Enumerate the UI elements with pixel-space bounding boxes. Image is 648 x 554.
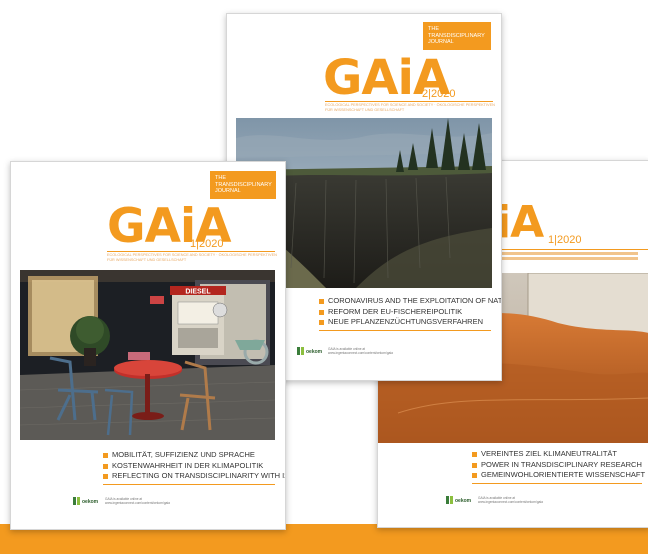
- divider: [498, 249, 648, 250]
- issue-number: 2|2020: [422, 88, 456, 100]
- subtitle-line: [498, 252, 638, 255]
- divider: [325, 101, 493, 102]
- diesel-sign-text: DIESEL: [185, 289, 211, 296]
- cover-headlines: VEREINTES ZIEL KLIMANEUTRALITÄT POWER IN…: [472, 449, 645, 481]
- oekom-publisher-logo: oekom: [73, 497, 99, 505]
- journal-tag: THE TRANSDISCIPLINARY JOURNAL: [423, 22, 491, 50]
- cover-footer-text: GAIA is available online at www.ingentac…: [478, 496, 543, 504]
- cover-photo-cafe: DIESEL: [20, 270, 275, 440]
- publisher-name: oekom: [306, 349, 323, 355]
- divider: [319, 330, 491, 331]
- gaia-logo: iA: [496, 197, 544, 248]
- divider: [107, 251, 275, 252]
- headline-item[interactable]: POWER IN TRANSDISCIPLINARY RESEARCH: [472, 460, 645, 471]
- publisher-name: oekom: [455, 498, 472, 504]
- cover-subtitle: Ecological perspectives for science and …: [107, 253, 277, 262]
- cover-footer-text: GAIA is available online at www.ingentac…: [105, 497, 170, 505]
- issue-number: 1|2020: [548, 234, 582, 246]
- headline-item[interactable]: GEMEINWOHLORIENTIERTE WISSENSCHAFT: [472, 470, 645, 481]
- journal-cover-left[interactable]: THE TRANSDISCIPLINARY JOURNAL GAiA 1|202…: [10, 161, 286, 530]
- headline-item[interactable]: REFORM DER EU-FISCHEREIPOLITIK: [319, 307, 501, 318]
- headline-item[interactable]: KOSTENWAHRHEIT IN DER KLIMAPOLITIK: [103, 461, 285, 472]
- journal-tag: THE TRANSDISCIPLINARY JOURNAL: [210, 171, 276, 199]
- cover-subtitle: Ecological perspectives for science and …: [325, 103, 495, 112]
- oekom-publisher-logo: oekom: [297, 347, 323, 355]
- cover-headlines: CORONAVIRUS AND THE EXPLOITATION OF NATU…: [319, 296, 501, 328]
- headline-item[interactable]: VEREINTES ZIEL KLIMANEUTRALITÄT: [472, 449, 645, 460]
- issue-number: 1|2020: [190, 238, 224, 250]
- publisher-name: oekom: [82, 499, 99, 505]
- headline-item[interactable]: MOBILITÄT, SUFFIZIENZ UND SPRACHE: [103, 450, 285, 461]
- headline-item[interactable]: CORONAVIRUS AND THE EXPLOITATION OF NATU…: [319, 296, 501, 307]
- subtitle-line: [498, 257, 638, 260]
- divider: [103, 484, 275, 485]
- cover-footer-text: GAIA is available online at www.ingentac…: [328, 347, 393, 355]
- cover-headlines: MOBILITÄT, SUFFIZIENZ UND SPRACHE KOSTEN…: [103, 450, 285, 482]
- divider: [472, 483, 642, 484]
- oekom-publisher-logo: oekom: [446, 496, 472, 504]
- headline-item[interactable]: REFLECTING ON TRANSDISCIPLINARITY WITH I…: [103, 471, 285, 482]
- headline-item[interactable]: NEUE PFLANZENZÜCHTUNGSVERFAHREN: [319, 317, 501, 328]
